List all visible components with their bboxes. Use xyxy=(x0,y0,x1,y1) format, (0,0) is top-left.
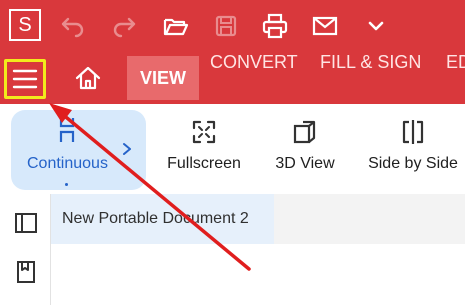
app-logo[interactable]: S xyxy=(9,9,41,41)
3d-view-button[interactable]: 3D View xyxy=(268,104,342,194)
continuous-label: Continuous xyxy=(27,155,108,172)
ribbon-tab-bar: VIEW CONVERT FILL & SIGN ED xyxy=(0,52,465,104)
side-by-side-icon xyxy=(399,118,427,146)
hamburger-menu-icon[interactable] xyxy=(4,59,46,99)
panel-toggle-icon[interactable] xyxy=(13,210,39,236)
email-icon[interactable] xyxy=(311,12,339,40)
3d-view-label: 3D View xyxy=(275,155,335,172)
bookmark-icon[interactable] xyxy=(13,259,39,285)
tab-view[interactable]: VIEW xyxy=(127,56,200,100)
chevron-down-icon[interactable] xyxy=(362,12,390,40)
view-ribbon: Continuous Fullscreen 3D View Side by Si… xyxy=(0,104,465,194)
document-tab[interactable]: New Portable Document 2 xyxy=(51,194,274,244)
continuous-scroll-icon xyxy=(53,116,81,144)
side-by-side-label: Side by Side xyxy=(368,155,458,172)
redo-icon[interactable] xyxy=(110,12,138,40)
tab-convert[interactable]: CONVERT xyxy=(210,52,298,104)
fullscreen-button[interactable]: Fullscreen xyxy=(160,104,248,194)
document-canvas[interactable] xyxy=(51,244,465,305)
left-side-panel xyxy=(0,194,51,305)
save-icon[interactable] xyxy=(212,12,240,40)
tab-fill-and-sign[interactable]: FILL & SIGN xyxy=(320,52,421,104)
print-icon[interactable] xyxy=(261,12,289,40)
home-icon[interactable] xyxy=(72,62,104,94)
open-folder-icon[interactable] xyxy=(162,12,190,40)
quick-access-toolbar: S xyxy=(0,0,465,52)
chevron-right-icon[interactable] xyxy=(121,142,133,156)
document-tab-bar: New Portable Document 2 xyxy=(51,194,465,244)
fullscreen-icon xyxy=(190,118,218,146)
tab-edit[interactable]: ED xyxy=(446,52,465,104)
continuous-button[interactable]: Continuous xyxy=(11,110,146,190)
undo-icon[interactable] xyxy=(59,12,87,40)
selected-indicator-dot xyxy=(65,183,68,186)
side-by-side-button[interactable]: Side by Side xyxy=(363,104,463,194)
fullscreen-label: Fullscreen xyxy=(167,155,241,172)
3d-view-icon xyxy=(291,118,319,146)
